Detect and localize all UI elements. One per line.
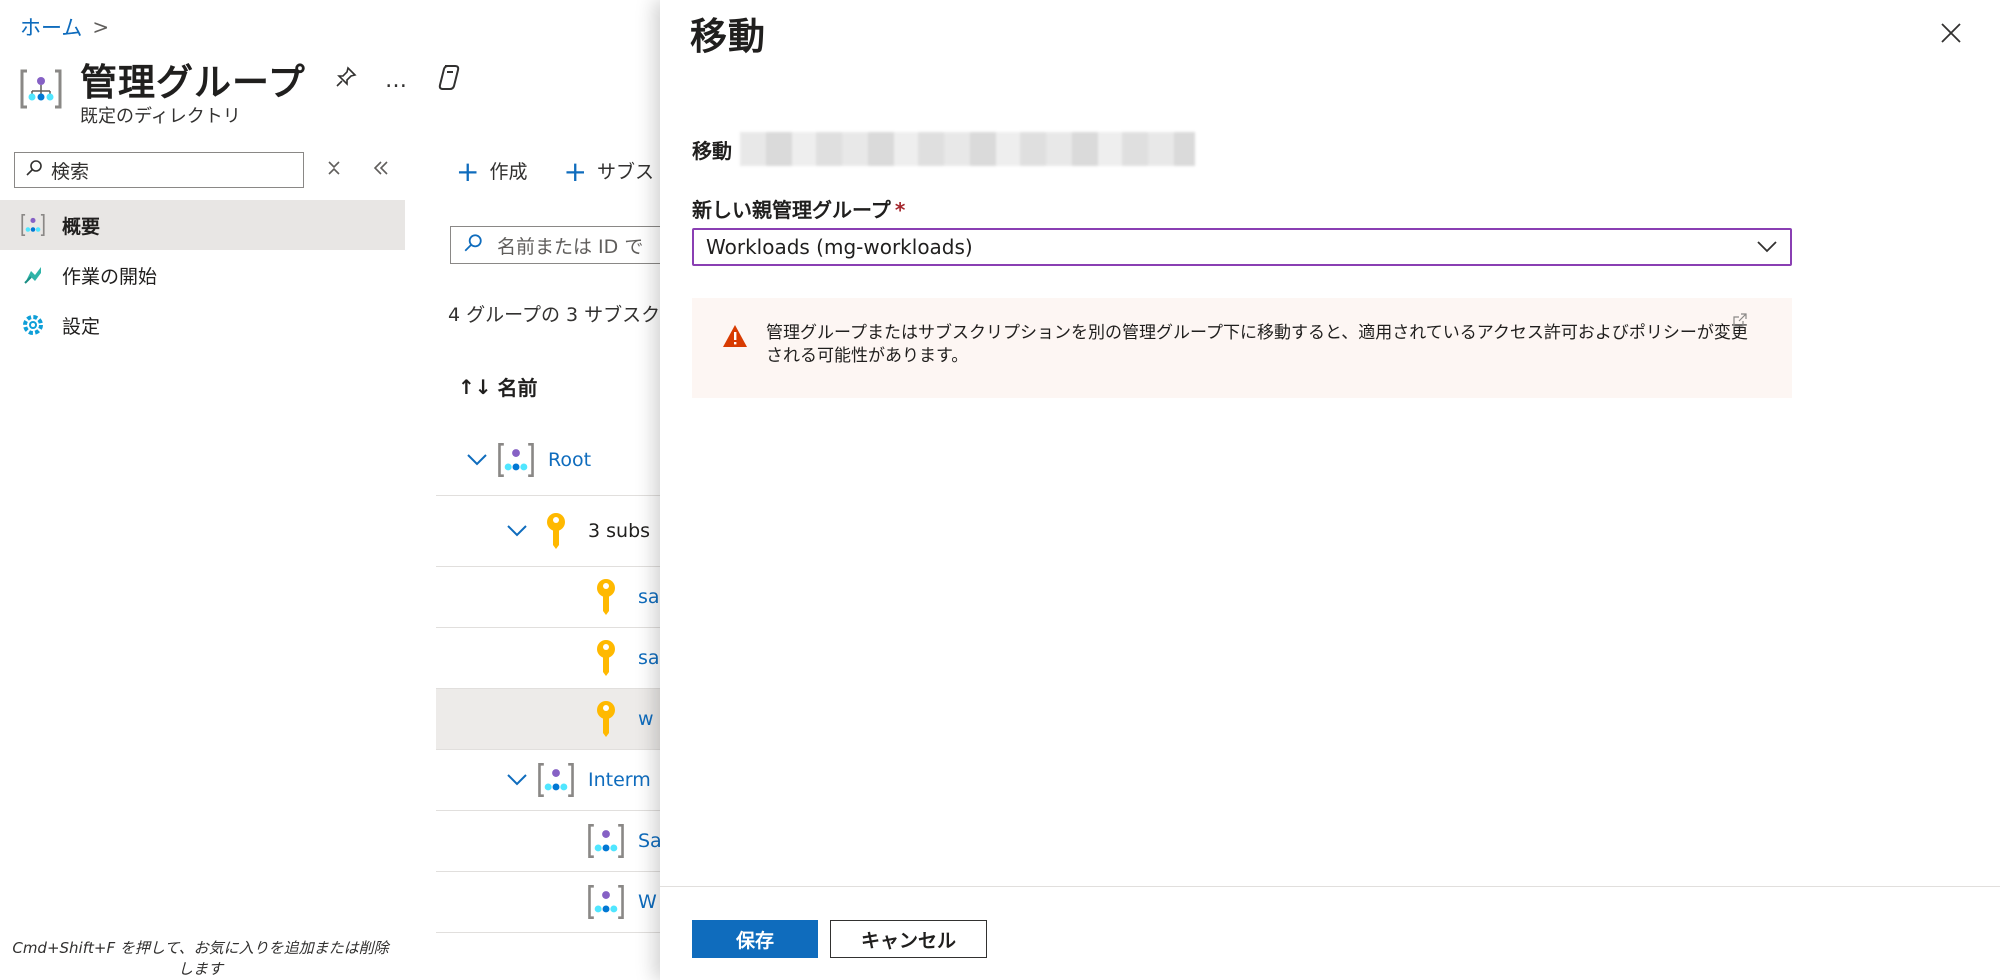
key-icon (536, 511, 576, 551)
move-panel: 移動 移動 新しい親管理グループ * Workloads (mg-workload… (660, 0, 2000, 980)
title-actions: … (335, 62, 465, 98)
warning-message-bar: 管理グループまたはサブスクリプションを別の管理グループ下に移動すると、適用されて… (692, 298, 1792, 398)
tree-item-link[interactable]: Interm (588, 769, 651, 791)
collapse-sidebar-icon[interactable] (372, 158, 390, 182)
panel-title: 移動 (690, 15, 766, 58)
column-header-label: 名前 (497, 376, 538, 400)
sidebar-item-label: 設定 (62, 315, 101, 338)
management-group-icon (586, 882, 626, 922)
sidebar-nav: 概要 作業の開始 設定 (0, 200, 405, 350)
parent-group-dropdown[interactable]: Workloads (mg-workloads) (692, 228, 1792, 266)
management-group-icon (496, 440, 536, 480)
clear-search-icon[interactable] (326, 158, 342, 182)
create-button[interactable]: + 作成 (456, 155, 527, 188)
parent-group-label: 新しい親管理グループ * (692, 194, 905, 223)
create-label: 作成 (489, 161, 528, 183)
page-title: 管理グループ (80, 61, 306, 104)
management-group-icon (18, 66, 64, 112)
key-icon (586, 699, 626, 739)
add-subscription-button[interactable]: + サブス (563, 155, 653, 188)
close-icon (1940, 22, 1962, 48)
sidebar-search-tools (326, 158, 390, 182)
tree-item-link[interactable]: Sa (638, 830, 662, 852)
management-group-icon (536, 760, 576, 800)
dropdown-selected-value: Workloads (mg-workloads) (706, 235, 973, 259)
parent-group-label-text: 新しい親管理グループ (692, 198, 891, 222)
chevron-down-icon (1756, 235, 1778, 259)
search-icon (25, 159, 43, 182)
tree-item-link[interactable]: sa (638, 586, 660, 608)
page-subtitle: 既定のディレクトリ (80, 106, 241, 127)
management-group-icon (586, 821, 626, 861)
required-mark: * (894, 198, 906, 222)
chevron-down-icon[interactable] (506, 768, 536, 792)
more-options-icon[interactable]: … (385, 68, 407, 93)
group-count-text: 4 グループの 3 サブスク (448, 304, 661, 326)
redacted-item-name (740, 132, 1195, 166)
key-icon (586, 577, 626, 617)
favorites-hint: Cmd+Shift+F を押して、お気に入りを追加または削除します (12, 939, 389, 978)
breadcrumb: ホーム > (20, 12, 109, 42)
tree-item-link[interactable]: w (638, 708, 654, 730)
plus-icon: + (563, 155, 587, 188)
sidebar-item-label: 作業の開始 (62, 265, 158, 288)
save-button[interactable]: 保存 (692, 920, 818, 958)
footer-divider (660, 886, 2000, 887)
sidebar-search-placeholder: 検索 (51, 160, 90, 183)
warning-icon (722, 324, 748, 398)
quickstart-icon (20, 262, 46, 288)
sidebar-item-settings[interactable]: 設定 (0, 300, 405, 350)
add-subscription-label: サブス (596, 161, 654, 183)
sort-icon: ↑↓ (458, 374, 492, 399)
breadcrumb-separator: > (92, 15, 110, 39)
sidebar-item-label: 概要 (62, 215, 101, 238)
tree-item-link[interactable]: sa (638, 647, 660, 669)
column-header-name[interactable]: ↑↓ 名前 (458, 372, 538, 401)
copilot-icon[interactable] (435, 62, 465, 98)
management-group-icon (20, 212, 46, 238)
close-button[interactable] (1936, 20, 1966, 50)
sidebar-item-quickstart[interactable]: 作業の開始 (0, 250, 405, 300)
tree-item-link[interactable]: Root (548, 449, 591, 471)
tree-item-label: 3 subs (588, 520, 651, 542)
sidebar-item-overview[interactable]: 概要 (0, 200, 405, 250)
move-label: 移動 (692, 138, 732, 163)
filter-placeholder: 名前または ID で (497, 235, 644, 258)
pin-icon[interactable] (335, 66, 357, 94)
key-icon (586, 638, 626, 678)
move-target-row: 移動 (692, 132, 1195, 166)
search-icon (463, 233, 483, 258)
chevron-down-icon[interactable] (466, 448, 496, 472)
external-link-icon[interactable] (1732, 312, 1748, 328)
cancel-button[interactable]: キャンセル (830, 920, 987, 958)
gear-icon (20, 312, 46, 338)
warning-text: 管理グループまたはサブスクリプションを別の管理グループ下に移動すると、適用されて… (766, 323, 1748, 366)
chevron-down-icon[interactable] (506, 519, 536, 543)
plus-icon: + (456, 155, 480, 188)
command-bar: + 作成 + サブス (456, 155, 654, 188)
tree-item-link[interactable]: W (638, 891, 657, 913)
sidebar-search-input[interactable]: 検索 (14, 152, 304, 188)
breadcrumb-home-link[interactable]: ホーム (20, 12, 82, 42)
